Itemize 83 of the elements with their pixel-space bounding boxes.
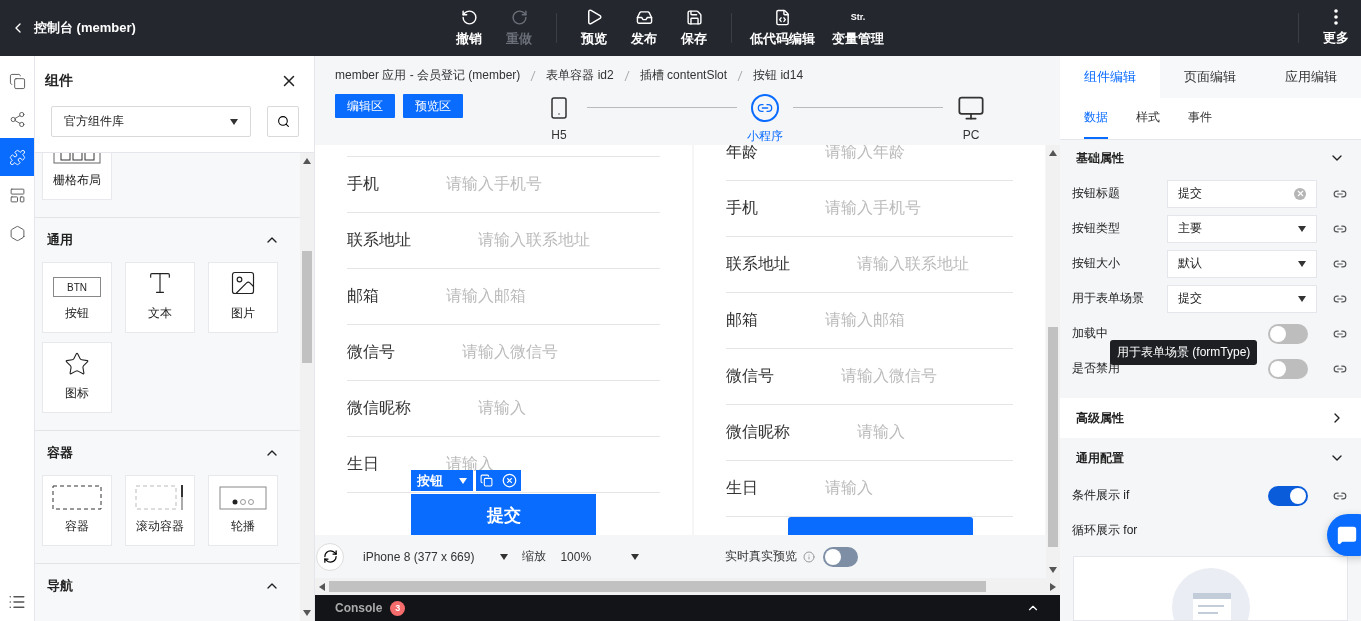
- field-label: 微信昵称: [347, 398, 411, 418]
- tile-label: 文本: [148, 305, 172, 322]
- field-label: 邮箱: [726, 310, 758, 330]
- editor-tab[interactable]: 组件编辑: [1060, 56, 1161, 98]
- component-tile[interactable]: 容器: [42, 475, 112, 546]
- component-tile[interactable]: 文本: [125, 262, 195, 333]
- property-label: 循环展示 for: [1072, 522, 1139, 539]
- breadcrumb-item[interactable]: 按钮 id14: [753, 67, 804, 84]
- selection-label[interactable]: 按钮: [411, 470, 473, 491]
- submit-button[interactable]: 提交: [411, 494, 596, 535]
- component-tile[interactable]: 图标: [42, 342, 112, 413]
- select-field[interactable]: 默认: [1167, 249, 1317, 278]
- breadcrumb-item[interactable]: 插槽 contentSlot: [639, 67, 728, 84]
- tile-label: 图片: [231, 305, 255, 322]
- mode-button[interactable]: 编辑区: [335, 94, 395, 118]
- property-label: 条件展示 if: [1072, 487, 1131, 504]
- field-label: 生日: [726, 478, 758, 498]
- device-option[interactable]: H5: [531, 94, 587, 142]
- field-label: 联系地址: [347, 230, 411, 250]
- toolbar-button[interactable]: 发布: [619, 8, 669, 48]
- breadcrumb-item[interactable]: 表单容器 id2: [546, 67, 614, 84]
- tile-label: 按钮: [65, 305, 89, 322]
- group-title: 导航: [47, 577, 73, 595]
- tile-label: 轮播: [231, 518, 255, 535]
- device-option[interactable]: PC: [943, 94, 999, 142]
- property-label: 加载中: [1072, 325, 1109, 342]
- realtime-label: 实时真实预览: [725, 548, 798, 565]
- field-label: 生日: [347, 454, 379, 474]
- toolbar-button[interactable]: Str. 变量管理: [820, 8, 896, 48]
- toolbar-button[interactable]: 低代码编辑: [744, 8, 820, 48]
- select-field[interactable]: 主要: [1167, 214, 1317, 243]
- group-title: 通用: [47, 231, 73, 249]
- toolbar-button[interactable]: 预览: [569, 8, 619, 48]
- toolbar-button[interactable]: 保存: [669, 8, 719, 48]
- property-label: 按钮大小: [1072, 255, 1121, 272]
- group-title: 容器: [47, 444, 73, 462]
- btn-icon: BTN: [53, 277, 101, 297]
- section-header[interactable]: 通用配置: [1060, 438, 1361, 478]
- sub-tab[interactable]: 数据: [1084, 98, 1108, 139]
- tile-label: 滚动容器: [136, 518, 184, 535]
- section-title: 基础属性: [1076, 149, 1124, 167]
- field-label: 手机: [726, 198, 758, 218]
- toolbar-button[interactable]: 撤销: [444, 8, 494, 48]
- component-tile[interactable]: 栅格布局: [42, 153, 112, 200]
- panel-title: 组件: [45, 72, 73, 90]
- tooltip: 用于表单场景 (formType): [1110, 340, 1258, 365]
- breadcrumb-item[interactable]: member 应用 - 会员登记 (member): [335, 67, 521, 84]
- str-icon: Str.: [850, 8, 866, 26]
- device-option[interactable]: 小程序: [737, 94, 793, 145]
- device-select[interactable]: iPhone 8 (377 x 669): [363, 549, 475, 564]
- component-tile[interactable]: 图片: [208, 262, 278, 333]
- console-bar[interactable]: Console 3: [315, 595, 1060, 621]
- property-label: 按钮类型: [1072, 220, 1121, 237]
- more-button[interactable]: 更多: [1311, 9, 1361, 47]
- app-title: 控制台 (member): [34, 19, 136, 37]
- zoom-select[interactable]: 100%: [560, 549, 592, 564]
- field-label: 微信号: [726, 366, 774, 386]
- component-tile[interactable]: 轮播: [208, 475, 278, 546]
- count-badge: 3: [390, 600, 406, 616]
- section-title: 高级属性: [1076, 409, 1124, 427]
- text-input[interactable]: 提交: [1167, 179, 1317, 208]
- tile-label: 栅格布局: [53, 172, 101, 189]
- field-label: 手机: [347, 174, 379, 194]
- library-select[interactable]: 官方组件库: [51, 106, 251, 137]
- field-label: 邮箱: [347, 286, 379, 306]
- select-field[interactable]: 提交: [1167, 284, 1317, 313]
- console-label: Console: [335, 601, 383, 615]
- section-title: 通用配置: [1076, 449, 1124, 467]
- field-label: 联系地址: [726, 254, 790, 274]
- component-tile[interactable]: 滚动容器: [125, 475, 195, 546]
- section-header[interactable]: 高级属性: [1060, 398, 1361, 438]
- zoom-label: 缩放: [522, 548, 547, 565]
- property-label: 按钮标题: [1072, 185, 1121, 202]
- property-label: 用于表单场景: [1072, 290, 1145, 307]
- section-header[interactable]: 基础属性: [1060, 140, 1361, 176]
- sub-tab[interactable]: 事件: [1188, 98, 1212, 139]
- tile-label: 容器: [65, 518, 89, 535]
- sub-tab[interactable]: 样式: [1136, 98, 1160, 139]
- mode-button[interactable]: 预览区: [403, 94, 463, 118]
- component-tile[interactable]: BTN 按钮: [42, 262, 112, 333]
- field-label: 微信昵称: [726, 422, 790, 442]
- field-label: 微信号: [347, 342, 395, 362]
- tile-label: 图标: [65, 385, 89, 402]
